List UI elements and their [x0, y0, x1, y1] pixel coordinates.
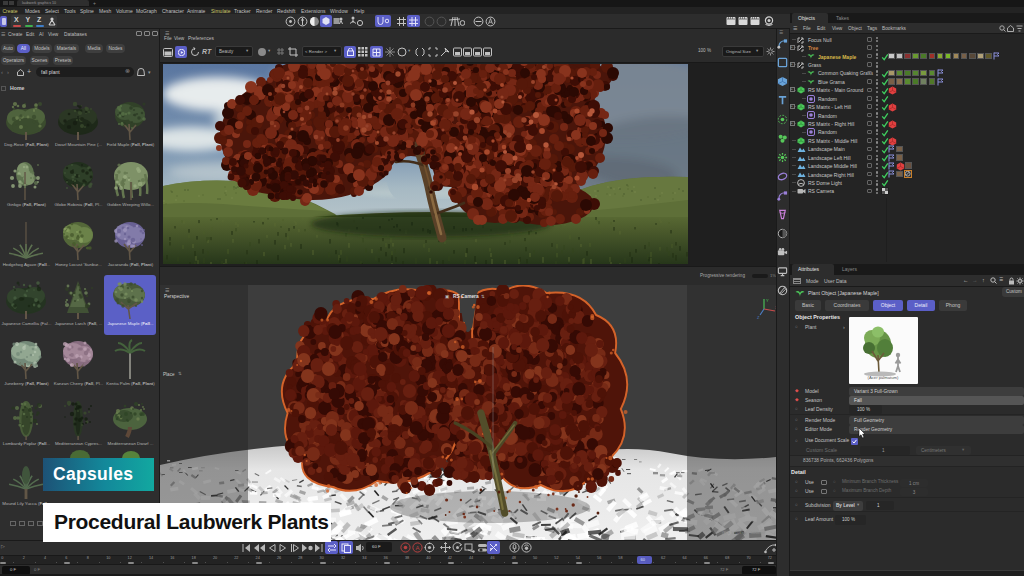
svg-text:A: A [415, 545, 419, 551]
svg-text:Z: Z [757, 315, 760, 320]
svg-text:(Acer palmatum): (Acer palmatum) [868, 375, 900, 380]
svg-text:Y: Y [766, 298, 769, 303]
